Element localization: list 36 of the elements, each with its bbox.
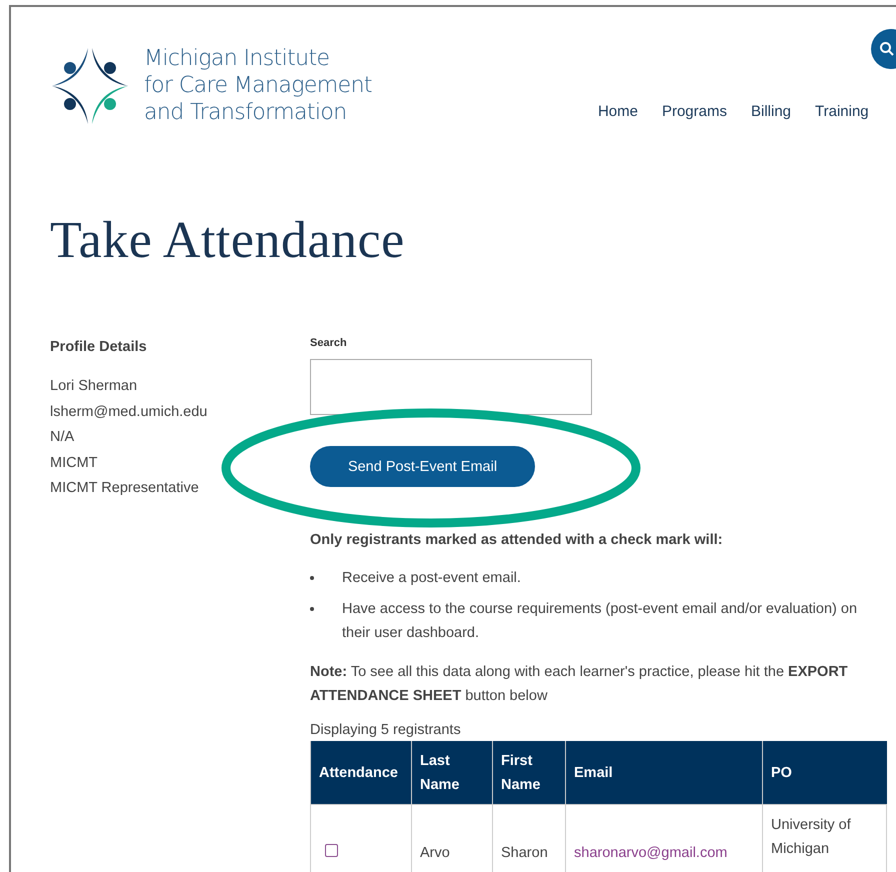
- table-cell: Sharon: [492, 804, 566, 872]
- profile-detail: N/A: [50, 428, 74, 447]
- logo-text: Michigan Institute: [144, 45, 330, 72]
- column-header: Last Name: [412, 741, 492, 804]
- logo-text: for Care Management: [144, 72, 372, 99]
- column-header: PO: [762, 741, 886, 804]
- search-icon: [879, 41, 895, 57]
- registrant-count: Displaying 5 registrants: [310, 722, 461, 738]
- page-title: Take Attendance: [50, 211, 406, 271]
- column-header: First Name: [492, 741, 566, 804]
- profile-detail: MICMT: [50, 454, 98, 472]
- logo-icon: [50, 46, 130, 126]
- profile-detail: lsherm@med.umich.edu: [50, 402, 208, 422]
- table-cell: Arvo: [412, 804, 492, 872]
- send-email-button[interactable]: Send Post-Event Email: [310, 446, 535, 487]
- email-link[interactable]: sharonarvo@gmail.com: [566, 804, 762, 872]
- attendance-checkbox[interactable]: [325, 844, 338, 857]
- note-text: Note: To see all this data along with each learner's practice, please hit the EXPORT ATTENDANCE SHEET button below: [310, 663, 849, 706]
- nav-link[interactable]: Home: [598, 103, 638, 120]
- logo-text: and Transformation: [144, 99, 347, 126]
- search-label: Search: [310, 337, 347, 349]
- column-header: Email: [566, 741, 762, 804]
- search-field[interactable]: [310, 359, 592, 415]
- bullet-icon: [310, 576, 314, 580]
- intro-text: Only registrants marked as attended with a check mark will:: [310, 532, 723, 548]
- column-header: Attendance: [310, 741, 412, 804]
- nav-link[interactable]: Training: [815, 103, 869, 120]
- table-cell: University of Michigan: [762, 804, 886, 872]
- bullet-text: Receive a post-event email.: [342, 569, 521, 588]
- bullet-text: Have access to the course requirements (post-event email and/or evaluation) on their user dashboard.: [342, 600, 858, 643]
- nav-link[interactable]: Programs: [662, 103, 727, 120]
- profile-heading: Profile Details: [50, 339, 147, 355]
- profile-detail: Lori Sherman: [50, 377, 138, 396]
- profile-detail: MICMT Representative: [50, 479, 199, 498]
- bullet-icon: [310, 607, 314, 611]
- nav-link[interactable]: Billing: [750, 103, 792, 120]
